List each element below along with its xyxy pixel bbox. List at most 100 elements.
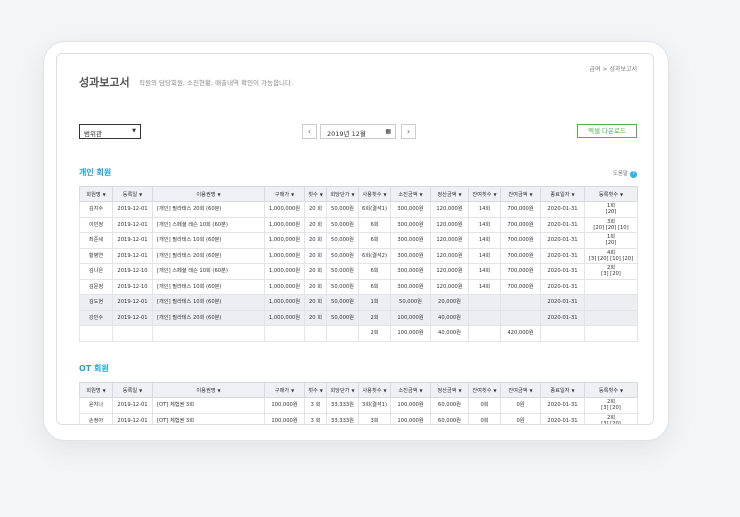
staff-select[interactable]: 범위관 ▼: [79, 124, 141, 139]
cell-name: 손정아: [79, 412, 113, 424]
cell-count: 20 회: [304, 201, 327, 218]
sort-arrow-icon: ▼: [620, 387, 624, 393]
cell-registrations: 1회 [20]: [584, 232, 638, 249]
month-picker[interactable]: 2019년 12월 ▦: [320, 124, 396, 139]
column-header[interactable]: 이용권명 ▼: [152, 382, 265, 398]
column-header[interactable]: 회원명 ▼: [79, 382, 113, 398]
column-header-label: 회원명: [86, 387, 101, 394]
sort-arrow-icon: ▼: [291, 191, 295, 197]
total-cell: [264, 325, 305, 342]
cell-pass: [OT] 체험권 3회: [152, 397, 265, 414]
column-header[interactable]: 사용횟수 ▼: [358, 186, 391, 202]
column-header[interactable]: 정산금액 ▼: [430, 382, 469, 398]
sort-arrow-icon: ▼: [351, 387, 355, 393]
column-header[interactable]: 잔여횟수 ▼: [468, 382, 501, 398]
cell-end: 2020-01-31: [540, 216, 585, 233]
cell-unit: 50,000원: [326, 232, 359, 249]
personal-table-header: 회원명 ▼ 등록일 ▼ 이용권명 ▼ 구매가 ▼ 횟수 ▼ 회당단가 ▼ 사용횟수 ▼ 소진금액 ▼ 정산금액 ▼…: [79, 186, 638, 202]
column-header[interactable]: 구매가 ▼: [264, 186, 305, 202]
cell-price: 1,000,000원: [264, 294, 305, 311]
cell-price: 100,000원: [264, 397, 305, 414]
personal-table-row: 이민정 2019-12-01 [개인] 스페셜 레슨 10회 (60분) 1,000,…: [79, 216, 638, 233]
personal-total-row: 2회 100,000원 40,000원 420,000원: [79, 325, 638, 342]
excel-download-button[interactable]: 엑셀 다운로드: [577, 124, 637, 138]
cell-remain: 14회: [468, 216, 501, 233]
cell-pass: [개인] 필라테스 10회 (60분): [152, 232, 265, 249]
sort-arrow-icon: ▼: [351, 191, 355, 197]
column-header-label: 소진금액: [398, 387, 418, 394]
cell-settle: 120,000원: [430, 216, 469, 233]
cell-registrations: 2회 [3] [20]: [584, 263, 638, 280]
column-header[interactable]: 잔여금액 ▼: [500, 382, 541, 398]
cell-unit: 50,000원: [326, 294, 359, 311]
cell-end: 2020-01-31: [540, 263, 585, 280]
cell-date: 2019-12-01: [112, 309, 153, 326]
cell-remain: 0회: [468, 412, 501, 424]
column-header[interactable]: 정산금액 ▼: [430, 186, 469, 202]
total-cell: [304, 325, 327, 342]
cell-count: 20 회: [304, 232, 327, 249]
column-header[interactable]: 회당단가 ▼: [326, 186, 359, 202]
total-cell: 40,000원: [430, 325, 469, 342]
sort-arrow-icon: ▼: [493, 387, 497, 393]
cell-remain: 0회: [468, 397, 501, 414]
sort-arrow-icon: ▼: [458, 387, 462, 393]
cell-pass: [개인] 필라테스 20회 (60분): [152, 309, 265, 326]
column-header[interactable]: 종료일자 ▼: [540, 382, 585, 398]
cell-count: 20 회: [304, 278, 327, 295]
sort-arrow-icon: ▼: [458, 191, 462, 197]
column-header[interactable]: 종료일자 ▼: [540, 186, 585, 202]
cell-remain_amt: 0원: [500, 397, 541, 414]
cell-price: 1,000,000원: [264, 278, 305, 295]
column-header-label: 회당단가: [330, 191, 350, 198]
column-header[interactable]: 사용횟수 ▼: [358, 382, 391, 398]
cell-date: 2019-12-01: [112, 247, 153, 264]
personal-table-row: 황병연 2019-12-01 [개인] 필라테스 20회 (60분) 1,000,00…: [79, 247, 638, 264]
cell-count: 20 회: [304, 294, 327, 311]
cell-end: 2020-01-31: [540, 201, 585, 218]
cell-registrations: 2회 [3] [20]: [584, 397, 638, 414]
next-month-button[interactable]: ›: [401, 124, 416, 139]
cell-registrations: 2회 [3] [20]: [584, 412, 638, 425]
column-header-label: 이용권명: [196, 387, 216, 394]
column-header[interactable]: 회원명 ▼: [79, 186, 113, 202]
cell-count: 3 회: [304, 412, 327, 424]
cell-spent: 100,000원: [390, 397, 431, 414]
column-header[interactable]: 이용권명 ▼: [152, 186, 265, 202]
cell-remain: [468, 294, 501, 311]
column-header[interactable]: 잔여횟수 ▼: [468, 186, 501, 202]
column-header[interactable]: 횟수 ▼: [304, 186, 327, 202]
column-header-label: 사용횟수: [362, 387, 382, 394]
sort-arrow-icon: ▼: [139, 191, 143, 197]
column-header[interactable]: 등록일 ▼: [112, 186, 153, 202]
sort-arrow-icon: ▼: [102, 387, 106, 393]
prev-month-button[interactable]: ‹: [302, 124, 317, 139]
cell-pass: [개인] 필라테스 20회 (60분): [152, 201, 265, 218]
cell-count: 20 회: [304, 263, 327, 280]
help-link[interactable]: 도움말?: [613, 169, 637, 178]
column-header[interactable]: 등록일 ▼: [112, 382, 153, 398]
cell-remain: 14회: [468, 232, 501, 249]
column-header[interactable]: 등록횟수 ▼: [584, 186, 638, 202]
column-header-label: 잔여횟수: [472, 191, 492, 198]
sort-arrow-icon: ▼: [139, 387, 143, 393]
column-header-label: 정산금액: [437, 191, 457, 198]
column-header[interactable]: 횟수 ▼: [304, 382, 327, 398]
column-header[interactable]: 소진금액 ▼: [390, 382, 431, 398]
cell-settle: 120,000원: [430, 201, 469, 218]
column-header[interactable]: 구매가 ▼: [264, 382, 305, 398]
cell-date: 2019-12-01: [112, 201, 153, 218]
registration-detail: [3] [20]: [601, 420, 621, 425]
cell-unit: 50,000원: [326, 309, 359, 326]
app-screen: 급여 > 성과보고서 성과보고서 직원의 담당회원, 소진현황, 매출내역 확인…: [56, 53, 654, 425]
registration-detail: [3] [20]: [601, 271, 621, 278]
column-header[interactable]: 등록횟수 ▼: [584, 382, 638, 398]
cell-name: 김지수: [79, 201, 113, 218]
column-header[interactable]: 회당단가 ▼: [326, 382, 359, 398]
page-description: 직원의 담당회원, 소진현황, 매출내역 확인이 가능합니다.: [139, 79, 294, 87]
cell-remain_amt: 700,000원: [500, 201, 541, 218]
column-header[interactable]: 소진금액 ▼: [390, 186, 431, 202]
column-header[interactable]: 잔여금액 ▼: [500, 186, 541, 202]
cell-registrations: 4회 [3] [20] [10] [20]: [584, 247, 638, 264]
column-header-label: 구매가: [274, 191, 290, 198]
